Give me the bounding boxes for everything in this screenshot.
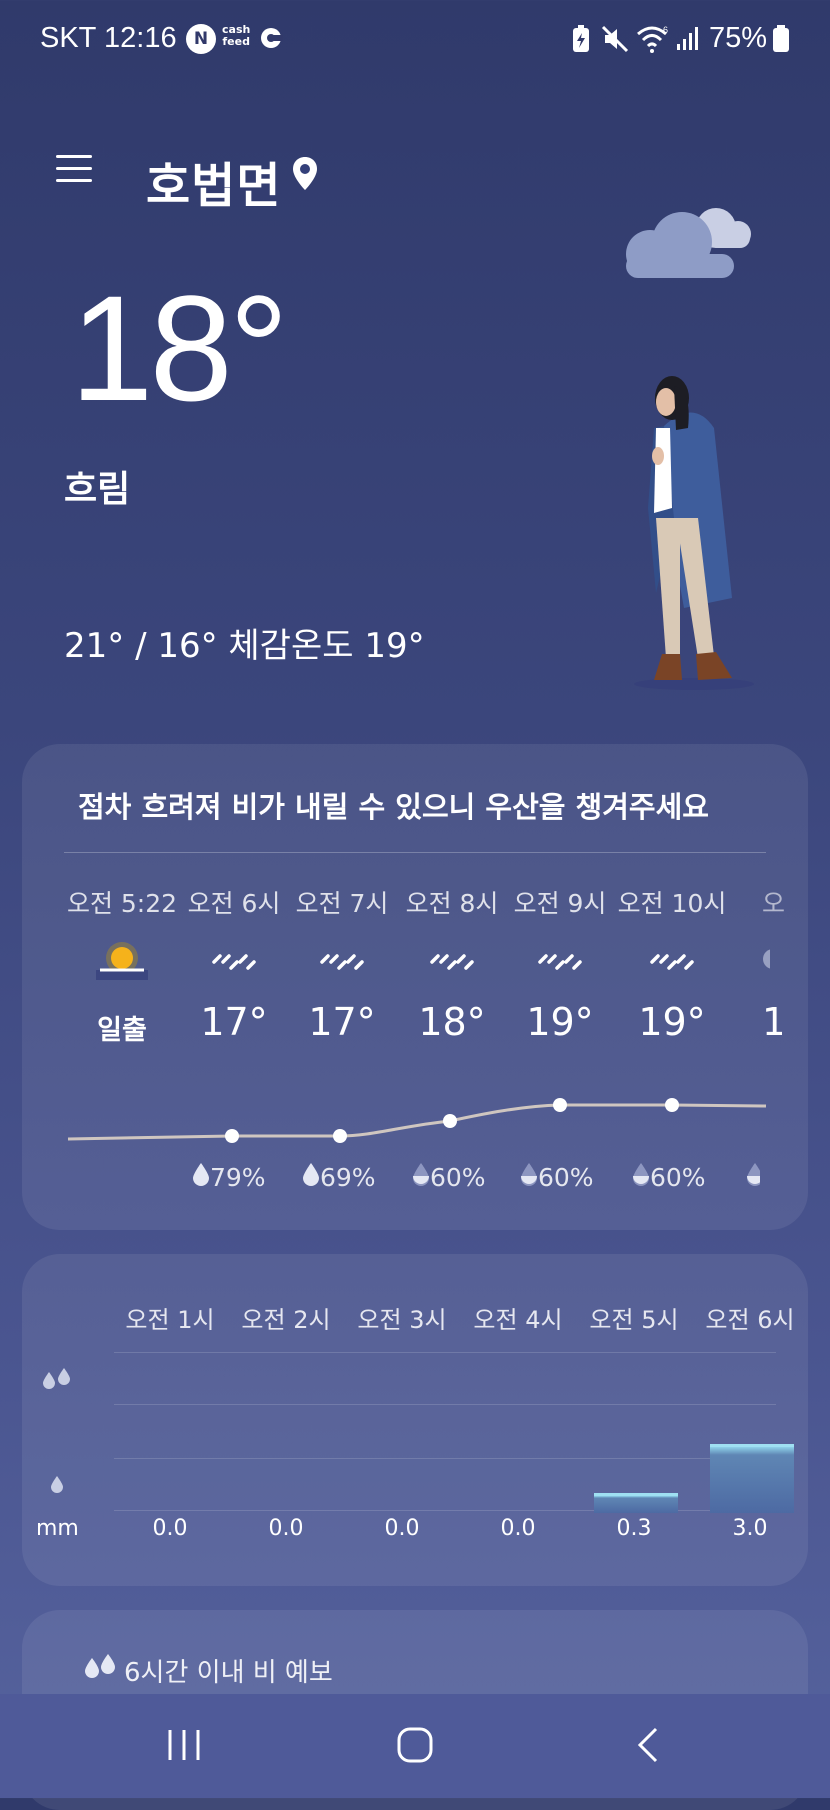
precip-hour: 오전 3시: [357, 1306, 447, 1334]
humidity: 60%: [632, 1162, 706, 1192]
grid-line: [114, 1404, 776, 1405]
precipitation-card[interactable]: 오전 1시 오전 2시 오전 3시 오전 4시 오전 5시 오전 6시 mm 0…: [22, 1254, 808, 1586]
humidity-drop-icon: [413, 1163, 429, 1186]
carrier: SKT: [40, 22, 97, 54]
location-pin-icon[interactable]: [292, 156, 318, 196]
precip-hour: 오전 5시: [589, 1306, 679, 1334]
rain-drops-icon: [82, 1652, 118, 1684]
back-button[interactable]: [636, 1726, 660, 1768]
temp-point: [443, 1114, 457, 1128]
svg-text:6: 6: [663, 25, 668, 35]
wifi-icon: 6: [636, 24, 672, 58]
grid-line: [114, 1352, 776, 1353]
precip-value: 0.3: [616, 1516, 652, 1541]
precip-value: 0.0: [384, 1516, 420, 1541]
precip-value: 3.0: [732, 1516, 768, 1541]
location-title[interactable]: 호법면: [146, 146, 281, 216]
humidity: 79%: [192, 1162, 266, 1192]
temp-point: [665, 1098, 679, 1112]
precip-hour: 오전 1시: [125, 1306, 215, 1334]
humidity-drop-icon: [303, 1163, 319, 1186]
temp-point: [333, 1129, 347, 1143]
hamburger-icon: [56, 155, 92, 158]
cashfeed-notification-icon: cash feed: [222, 23, 251, 48]
app-notification-icon: [260, 26, 284, 50]
naver-notification-icon: N: [186, 24, 216, 54]
min-max-feels-like: 21° / 16° 체감온도 19°: [64, 626, 425, 666]
mute-icon: [600, 24, 630, 58]
battery-percent: 75%: [709, 22, 768, 54]
humidity: 60%: [520, 1162, 594, 1192]
heavy-rain-drops-icon: [40, 1366, 74, 1396]
temp-point: [553, 1098, 567, 1112]
hourly-forecast-card[interactable]: 점차 흐려져 비가 내릴 수 있으니 우산을 챙겨주세요 오전 5:22 오전 …: [22, 744, 808, 1230]
grid-line: [114, 1458, 776, 1459]
cloud-icon: [612, 206, 762, 286]
precip-bar: [710, 1444, 794, 1513]
precip-value: 0.0: [500, 1516, 536, 1541]
navigation-bar: [0, 1694, 830, 1798]
weather-condition: 흐림: [64, 469, 131, 510]
humidity: 60%: [412, 1162, 486, 1192]
humidity: 69%: [302, 1162, 376, 1192]
humidity-drop-icon: [633, 1163, 649, 1186]
precip-value: 0.0: [152, 1516, 188, 1541]
current-temperature: 18°: [70, 264, 289, 432]
precip-hour: 오전 2시: [241, 1306, 331, 1334]
precip-hour: 오전 4시: [473, 1306, 563, 1334]
home-button[interactable]: [396, 1726, 434, 1768]
precip-bar: [594, 1493, 678, 1513]
humidity-drop-icon: [521, 1163, 537, 1186]
battery-saver-icon: [570, 24, 592, 58]
unit-label: mm: [36, 1516, 79, 1541]
clock: 12:16: [104, 22, 177, 54]
temp-point: [225, 1129, 239, 1143]
battery-icon: [772, 24, 790, 58]
light-rain-drop-icon: [48, 1474, 66, 1500]
recent-apps-button[interactable]: [166, 1728, 202, 1766]
precip-value: 0.0: [268, 1516, 304, 1541]
humidity-drop-icon: [193, 1163, 209, 1186]
person-illustration: [614, 368, 774, 698]
temperature-curve: [67, 1098, 767, 1143]
signal-icon: [676, 26, 700, 56]
humidity-drop-icon: [746, 1162, 760, 1190]
precip-hour: 오전 6시: [705, 1306, 795, 1334]
rain-forecast-title: 6시간 이내 비 예보: [124, 1658, 333, 1688]
menu-button[interactable]: [56, 146, 92, 191]
